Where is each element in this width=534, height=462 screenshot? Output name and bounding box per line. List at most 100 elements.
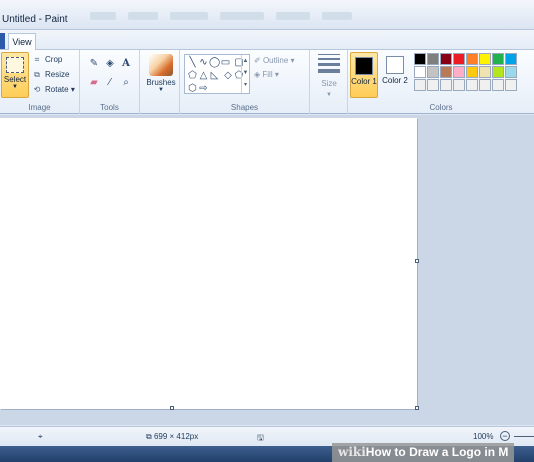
drawing-canvas[interactable] <box>0 118 417 409</box>
chevron-down-icon: ▼ <box>326 92 332 98</box>
canvas-size-value: 699 × 412px <box>153 432 199 441</box>
magnifier-icon[interactable]: ⌕ <box>119 76 133 90</box>
brush-icon <box>149 54 173 76</box>
select-icon <box>6 57 24 73</box>
crop-button[interactable]: ⌗ Crop <box>32 55 63 69</box>
palette-swatch[interactable] <box>414 53 426 65</box>
size-group: Size ▼ <box>310 50 348 114</box>
palette-swatch[interactable] <box>427 66 439 78</box>
triangle-shape-icon[interactable]: △ <box>198 70 209 81</box>
color-picker-icon[interactable]: ⁄ <box>103 76 117 90</box>
tab-view[interactable]: View <box>8 33 36 50</box>
palette-swatch[interactable] <box>466 53 478 65</box>
shapes-scroll[interactable]: ▲ ▼ ▾ <box>241 55 249 93</box>
brushes-label: Brushes <box>146 78 176 87</box>
eraser-icon[interactable]: ▰ <box>87 76 101 90</box>
palette-swatch[interactable] <box>453 79 465 91</box>
canvas-size-icon: ⧉ <box>146 432 152 441</box>
resize-handle-bottom[interactable] <box>170 406 174 410</box>
palette-swatch[interactable] <box>440 79 452 91</box>
polygon-shape-icon[interactable]: ⬠ <box>187 70 198 81</box>
image-group: Select ▼ ⌗ Crop ⧉ Resize ⟲ Rotate ▾ Image <box>0 50 80 114</box>
chevron-down-icon: ▼ <box>158 87 164 93</box>
size-button[interactable]: Size ▼ <box>314 54 344 98</box>
size-label: Size <box>321 79 337 88</box>
title-bar: Untitled - Paint <box>0 0 534 30</box>
palette-swatch[interactable] <box>479 66 491 78</box>
arrow-shape-icon[interactable]: ⇨ <box>198 83 209 94</box>
zoom-out-button[interactable]: − <box>500 431 510 441</box>
rectangle-shape-icon[interactable]: ▭ <box>220 57 231 68</box>
wikihow-watermark: wikiHow to Draw a Logo in M <box>332 443 515 462</box>
color2-button[interactable]: Color 2 <box>381 52 409 98</box>
resize-button[interactable]: ⧉ Resize <box>32 70 69 84</box>
palette-swatch[interactable] <box>492 66 504 78</box>
palette-swatch[interactable] <box>453 66 465 78</box>
window-title: Untitled - Paint <box>2 14 68 25</box>
palette-swatch[interactable] <box>453 53 465 65</box>
palette-swatch[interactable] <box>414 66 426 78</box>
outline-button[interactable]: ✐ Outline ▾ <box>254 56 295 65</box>
palette-swatch[interactable] <box>492 53 504 65</box>
tools-grid: ✎ ◈ A ▰ ⁄ ⌕ <box>86 56 136 94</box>
fill-label: Fill <box>262 70 273 79</box>
fill-button[interactable]: ◈ Fill ▾ <box>254 70 279 79</box>
right-triangle-shape-icon[interactable]: ◺ <box>209 70 220 81</box>
shapes-group: ╲ ∿◯▭ ▢⬠ △ ◺ ◇ ⬠⬡ ⇨ ▲ ▼ ▾ ✐ Outline ▾ ◈ Fill ▾ … <box>180 50 310 114</box>
ribbon: Select ▼ ⌗ Crop ⧉ Resize ⟲ Rotate ▾ Image ✎… <box>0 50 534 114</box>
palette-swatch[interactable] <box>440 53 452 65</box>
pencil-icon[interactable]: ✎ <box>87 57 101 71</box>
outline-icon: ✐ <box>254 56 261 65</box>
chevron-down-icon: ▾ <box>70 85 75 95</box>
line-shape-icon[interactable]: ╲ <box>187 57 198 68</box>
cursor-position-icon: ⌖ <box>38 432 43 441</box>
oval-shape-icon[interactable]: ◯ <box>209 57 220 68</box>
palette-swatch[interactable] <box>427 79 439 91</box>
palette-swatch[interactable] <box>479 79 491 91</box>
resize-handle-right[interactable] <box>415 259 419 263</box>
brushes-button[interactable]: Brushes ▼ <box>146 52 176 93</box>
palette-swatch[interactable] <box>505 66 517 78</box>
group-label-tools: Tools <box>100 103 119 112</box>
palette-swatch[interactable] <box>492 79 504 91</box>
palette-swatch[interactable] <box>505 79 517 91</box>
hexagon-shape-icon[interactable]: ⬡ <box>187 83 198 94</box>
color2-label: Color 2 <box>382 76 408 85</box>
resize-icon: ⧉ <box>34 70 40 79</box>
size-lines-icon <box>314 54 344 73</box>
palette-swatch[interactable] <box>440 66 452 78</box>
rotate-button[interactable]: ⟲ Rotate ▾ <box>32 85 75 99</box>
resize-handle-corner[interactable] <box>415 406 419 410</box>
canvas-size-indicator: ⧉ 699 × 412px <box>146 432 198 442</box>
curve-shape-icon[interactable]: ∿ <box>198 57 209 68</box>
color-palette <box>414 53 534 92</box>
rotate-label: Rotate <box>45 85 69 95</box>
group-label-shapes: Shapes <box>230 103 259 112</box>
palette-swatch[interactable] <box>414 79 426 91</box>
palette-swatch[interactable] <box>466 66 478 78</box>
colors-group: Color 1 Color 2 Colors <box>348 50 534 114</box>
zoom-level: 100% <box>473 432 494 441</box>
fill-icon[interactable]: ◈ <box>103 57 117 71</box>
group-label-image: Image <box>28 103 51 112</box>
tools-group: ✎ ◈ A ▰ ⁄ ⌕ Tools <box>80 50 140 114</box>
palette-swatch[interactable] <box>479 53 491 65</box>
brushes-group: Brushes ▼ <box>140 50 180 114</box>
palette-swatch[interactable] <box>505 53 517 65</box>
watermark-text: How to Draw a Logo in M <box>365 445 509 459</box>
palette-swatch[interactable] <box>427 53 439 65</box>
rotate-icon: ⟲ <box>33 85 41 94</box>
select-button[interactable]: Select ▼ <box>1 52 29 98</box>
zoom-slider[interactable] <box>514 436 534 437</box>
chevron-down-icon: ▼ <box>12 84 18 90</box>
blurred-toolbar <box>90 10 410 20</box>
color1-button[interactable]: Color 1 <box>350 52 378 98</box>
select-label: Select <box>3 75 27 84</box>
palette-swatch[interactable] <box>466 79 478 91</box>
crop-icon: ⌗ <box>34 55 40 64</box>
resize-label: Resize <box>45 70 70 80</box>
crop-label: Crop <box>45 55 63 65</box>
diamond-shape-icon[interactable]: ◇ <box>223 70 234 81</box>
file-menu-button[interactable] <box>0 33 5 49</box>
text-icon[interactable]: A <box>119 57 133 71</box>
